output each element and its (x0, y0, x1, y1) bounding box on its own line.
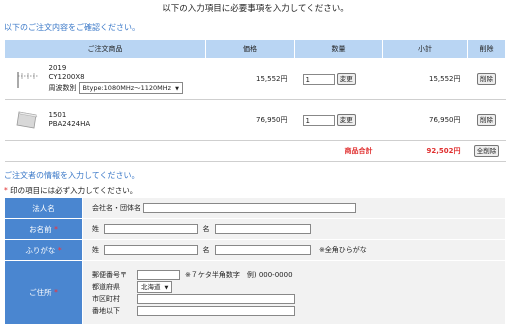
prefecture-label: 都道府県 (92, 282, 120, 291)
item-subtotal: 15,552円 (382, 58, 468, 100)
address-row: ご住所 * 郵便番号〒 ※７ケタ半角数字 例) 000-0000 都道府県 北海道 ▼… (4, 260, 506, 325)
option-label: 周波数別 (48, 84, 77, 92)
postal-note: ※７ケタ半角数字 例) 000-0000 (185, 270, 293, 279)
product-model: PBA2424HA (48, 120, 91, 128)
postal-label: 郵便番号〒 (92, 270, 127, 279)
kana-first-input[interactable] (214, 245, 311, 255)
company-input[interactable] (143, 203, 357, 213)
chevron-down-icon: ▼ (175, 86, 179, 92)
name-row: お名前 * 姓 名 (4, 218, 506, 240)
kana-label: ふりがな (25, 245, 56, 255)
cart-total-row: 商品合計 92,502円 全削除 (4, 140, 506, 162)
item-price: 76,950円 (205, 99, 295, 141)
city-input[interactable] (137, 293, 295, 304)
city-label: 市区町村 (92, 294, 120, 303)
required-star: * (57, 245, 62, 255)
product-code: 2019 (48, 64, 67, 72)
prefecture-select-value: 北海道 (141, 282, 161, 291)
kana-last-label: 姓 (92, 246, 99, 254)
last-name-input[interactable] (104, 224, 199, 234)
street-label: 番地以下 (92, 306, 120, 315)
last-name-label: 姓 (92, 225, 99, 233)
required-star: * (54, 224, 58, 234)
company-row: 法人名 会社名・団体名 (4, 197, 506, 219)
quantity-input[interactable]: 1 (302, 114, 335, 126)
name-label: お名前 (29, 224, 52, 234)
product-code: 1501 (48, 111, 67, 119)
update-quantity-button[interactable]: 変更 (336, 114, 356, 126)
total-label: 商品合計 (294, 140, 383, 162)
cart-header-row: ご注文商品 価格 数量 小計 削除 (4, 39, 506, 59)
total-value: 92,502円 (382, 140, 468, 162)
delete-item-button[interactable]: 削除 (477, 73, 496, 85)
street-input[interactable] (137, 305, 295, 316)
cart-table: ご注文商品 価格 数量 小計 削除 2019 CY1200X8 周波数別 Bty… (4, 39, 506, 162)
company-label: 法人名 (4, 197, 83, 219)
col-subtotal: 小計 (382, 39, 468, 59)
delete-item-button[interactable]: 削除 (477, 114, 496, 126)
address-label: ご住所 (29, 288, 52, 297)
required-note-text: 印の項目には必ず入力してください。 (10, 186, 138, 195)
col-delete: 削除 (467, 39, 506, 59)
panel-antenna-product-image (13, 106, 41, 134)
first-name-input[interactable] (214, 224, 311, 234)
required-star: * (4, 186, 8, 195)
antenna-product-image (13, 65, 41, 93)
page-instruction: 以下の入力項目に必要事項を入力してください。 (162, 4, 349, 14)
item-subtotal: 76,950円 (382, 99, 468, 141)
customer-form: 法人名 会社名・団体名 お名前 * 姓 名 ふりがな * 姓 名 ※全角ひらがな… (4, 197, 506, 325)
prefecture-select[interactable]: 北海道 ▼ (137, 280, 173, 293)
item-price: 15,552円 (205, 58, 295, 100)
required-note: * 印の項目には必ず入力してください。 (4, 185, 137, 196)
required-star: * (54, 288, 58, 297)
first-name-label: 名 (202, 225, 210, 233)
chevron-down-icon: ▼ (164, 284, 169, 291)
kana-last-input[interactable] (104, 245, 199, 255)
col-product: ご注文商品 (4, 39, 206, 59)
kana-note: ※全角ひらがな (318, 246, 367, 254)
cart-section-title: 以下のご注文内容をご確認ください。 (4, 23, 140, 32)
cart-item-row: 2019 CY1200X8 周波数別 Btype:1080MHz～1120MHz ▼… (4, 58, 506, 100)
quantity-input[interactable]: 1 (302, 73, 335, 85)
update-quantity-button[interactable]: 変更 (336, 73, 356, 85)
kana-first-label: 名 (202, 246, 210, 254)
delete-all-button[interactable]: 全削除 (473, 145, 500, 157)
col-qty: 数量 (294, 39, 383, 59)
customer-section-title: ご注文者の情報を入力してください。 (4, 171, 140, 180)
cart-item-row: 1501 PBA2424HA 76,950円 1 変更 76,950円 削除 (4, 99, 506, 141)
kana-row: ふりがな * 姓 名 ※全角ひらがな (4, 239, 506, 261)
col-price: 価格 (205, 39, 295, 59)
company-field-label: 会社名・団体名 (92, 204, 141, 212)
postal-input[interactable] (137, 269, 180, 280)
product-model: CY1200X8 (48, 73, 85, 81)
frequency-select[interactable]: Btype:1080MHz～1120MHz ▼ (78, 82, 183, 94)
frequency-select-value: Btype:1080MHz～1120MHz (82, 84, 172, 92)
